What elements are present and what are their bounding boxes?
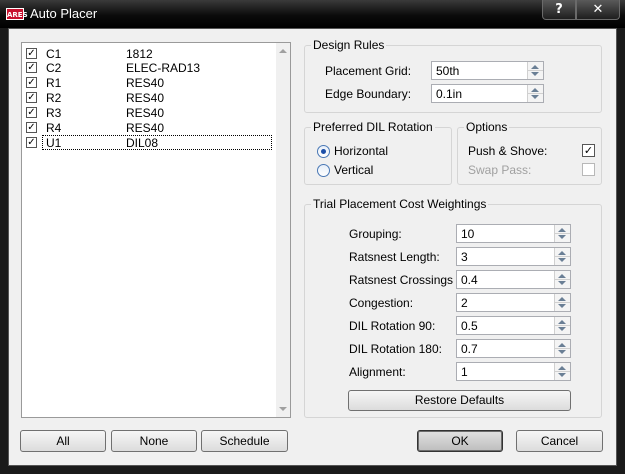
- push-shove-label: Push & Shove:: [468, 144, 548, 158]
- component-checkbox[interactable]: ✓: [26, 137, 37, 148]
- dil-rotation-90-field[interactable]: 0.5: [456, 316, 571, 335]
- placement-grid-label: Placement Grid:: [325, 64, 412, 78]
- component-ref: R3: [46, 106, 62, 120]
- component-checkbox[interactable]: ✓: [26, 77, 37, 88]
- scroll-down-arrow-icon[interactable]: [279, 407, 287, 411]
- component-ref: R2: [46, 91, 62, 105]
- spinner-arrows-icon[interactable]: [554, 248, 570, 265]
- edge-boundary-field[interactable]: 0.1in: [431, 84, 544, 103]
- list-item[interactable]: ✓ R2 RES40: [24, 91, 272, 105]
- list-item[interactable]: ✓ C1 1812: [24, 47, 272, 61]
- component-ref: R4: [46, 121, 62, 135]
- auto-placer-window: ARES Auto Placer ? ✕ ✓ C1 1812 ✓ C2 ELEC…: [0, 0, 625, 474]
- edge-boundary-value: 0.1in: [436, 87, 463, 101]
- list-item[interactable]: ✓ R3 RES40: [24, 106, 272, 120]
- ratsnest-length-value: 3: [461, 250, 468, 264]
- dil-rotation-180-label: DIL Rotation 180:: [349, 342, 442, 356]
- horizontal-radio[interactable]: [317, 145, 330, 158]
- component-ref: R1: [46, 76, 62, 90]
- help-button[interactable]: ?: [542, 0, 576, 20]
- vertical-radio[interactable]: [317, 164, 330, 177]
- select-none-button[interactable]: None: [111, 430, 197, 452]
- options-group: Options Push & Shove: ✓ Swap Pass:: [457, 120, 602, 185]
- grouping-label: Grouping:: [349, 227, 402, 241]
- dil-rotation-180-field[interactable]: 0.7: [456, 339, 571, 358]
- spinner-arrows-icon[interactable]: [527, 85, 543, 102]
- list-item-focused[interactable]: ✓ U1 DIL08: [24, 135, 272, 150]
- component-value: RES40: [126, 121, 165, 135]
- dil-rotation-180-value: 0.7: [461, 342, 478, 356]
- cost-weightings-group: Trial Placement Cost Weightings Grouping…: [304, 197, 602, 418]
- ratsnest-crossings-field[interactable]: 0.4: [456, 270, 571, 289]
- push-shove-checkbox[interactable]: ✓: [582, 144, 595, 157]
- spinner-arrows-icon[interactable]: [554, 363, 570, 380]
- restore-defaults-button[interactable]: Restore Defaults: [348, 390, 571, 411]
- dil-rotation-90-value: 0.5: [461, 319, 478, 333]
- congestion-field[interactable]: 2: [456, 293, 571, 312]
- component-value: ELEC-RAD13: [126, 61, 201, 75]
- component-checkbox[interactable]: ✓: [26, 62, 37, 73]
- ratsnest-crossings-label: Ratsnest Crossings: [349, 273, 454, 287]
- ratsnest-length-field[interactable]: 3: [456, 247, 571, 266]
- ok-button[interactable]: OK: [417, 430, 503, 452]
- window-title: Auto Placer: [30, 6, 98, 21]
- list-item[interactable]: ✓ R1 RES40: [24, 76, 272, 90]
- component-value: 1812: [126, 47, 153, 61]
- spinner-arrows-icon[interactable]: [554, 317, 570, 334]
- congestion-label: Congestion:: [349, 296, 414, 310]
- component-checkbox[interactable]: ✓: [26, 92, 37, 103]
- title-bar[interactable]: ARES Auto Placer ? ✕: [0, 0, 625, 28]
- component-value: RES40: [126, 106, 165, 120]
- spinner-arrows-icon[interactable]: [554, 271, 570, 288]
- swap-pass-label: Swap Pass:: [468, 163, 532, 177]
- spinner-arrows-icon[interactable]: [554, 340, 570, 357]
- group-title: Options: [464, 120, 510, 134]
- scroll-up-arrow-icon[interactable]: [279, 49, 287, 53]
- component-checkbox[interactable]: ✓: [26, 48, 37, 59]
- swap-pass-checkbox[interactable]: [582, 163, 595, 176]
- group-title: Trial Placement Cost Weightings: [311, 197, 489, 211]
- component-value: RES40: [126, 91, 165, 105]
- alignment-label: Alignment:: [349, 365, 406, 379]
- ratsnest-crossings-value: 0.4: [461, 273, 478, 287]
- cancel-button[interactable]: Cancel: [516, 430, 603, 452]
- component-value: DIL08: [126, 136, 159, 150]
- grouping-field[interactable]: 10: [456, 224, 571, 243]
- dialog-body: ✓ C1 1812 ✓ C2 ELEC-RAD13 ✓ R1 RES40 ✓ R…: [8, 28, 617, 466]
- placement-grid-field[interactable]: 50th: [431, 61, 544, 80]
- list-scrollbar[interactable]: [276, 43, 290, 417]
- group-title: Design Rules: [311, 38, 387, 52]
- spinner-arrows-icon[interactable]: [527, 62, 543, 79]
- schedule-button[interactable]: Schedule: [201, 430, 288, 452]
- edge-boundary-label: Edge Boundary:: [325, 87, 412, 101]
- horizontal-label[interactable]: Horizontal: [334, 144, 388, 158]
- component-ref: U1: [46, 136, 62, 150]
- component-checkbox[interactable]: ✓: [26, 107, 37, 118]
- spinner-arrows-icon[interactable]: [554, 225, 570, 242]
- list-item[interactable]: ✓ C2 ELEC-RAD13: [24, 61, 272, 75]
- placement-grid-value: 50th: [436, 64, 460, 78]
- close-button[interactable]: ✕: [576, 0, 620, 20]
- spinner-arrows-icon[interactable]: [554, 294, 570, 311]
- component-ref: C1: [46, 47, 62, 61]
- component-list[interactable]: ✓ C1 1812 ✓ C2 ELEC-RAD13 ✓ R1 RES40 ✓ R…: [21, 42, 291, 418]
- component-value: RES40: [126, 76, 165, 90]
- dil-rotation-90-label: DIL Rotation 90:: [349, 319, 436, 333]
- congestion-value: 2: [461, 296, 468, 310]
- grouping-value: 10: [461, 227, 475, 241]
- ares-app-icon: ARES: [6, 8, 28, 20]
- dil-rotation-group: Preferred DIL Rotation Horizontal Vertic…: [304, 120, 452, 185]
- vertical-label[interactable]: Vertical: [334, 163, 373, 177]
- component-checkbox[interactable]: ✓: [26, 122, 37, 133]
- design-rules-group: Design Rules Placement Grid: 50th Edge B…: [304, 38, 602, 113]
- list-item[interactable]: ✓ R4 RES40: [24, 121, 272, 135]
- alignment-field[interactable]: 1: [456, 362, 571, 381]
- group-title: Preferred DIL Rotation: [311, 120, 435, 134]
- alignment-value: 1: [461, 365, 468, 379]
- ratsnest-length-label: Ratsnest Length:: [349, 250, 440, 264]
- select-all-button[interactable]: All: [20, 430, 106, 452]
- component-ref: C2: [46, 61, 62, 75]
